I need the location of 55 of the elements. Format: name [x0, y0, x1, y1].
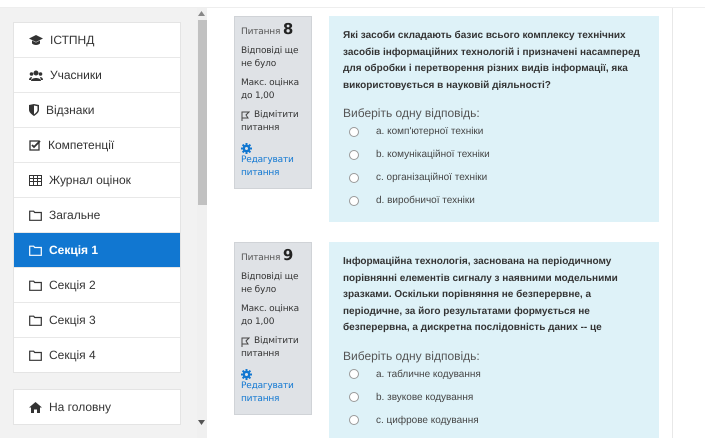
sidebar-item[interactable]: Журнал оцінок [14, 163, 180, 198]
question-text: Інформаційна технологія, заснована на періодичному порівнянні елементів сигналу з наявними модельними зразками. Оскільки порівняння не безперервне, а періодичне, за його результатами формується не безперервна, а дискретна послідовність даних -- це [343, 255, 619, 335]
question-status: Відповіді ще не було [241, 45, 300, 71]
sidebar-item[interactable]: ІСТПНД [14, 23, 180, 58]
answer-option[interactable]: b. звукове кодування [376, 392, 474, 402]
radio-button[interactable] [349, 172, 359, 182]
sidebar-item[interactable]: Секція 3 [14, 303, 180, 338]
radio-button[interactable] [349, 126, 359, 136]
radio-button[interactable] [349, 415, 359, 425]
answer-option[interactable]: c. цифрове кодування [376, 414, 479, 426]
folder-icon [29, 210, 42, 220]
sidebar-item[interactable]: Секція 4 [14, 338, 180, 372]
answer-option[interactable]: c. організаційної техніки [376, 172, 488, 183]
radio-button[interactable] [349, 150, 359, 160]
question-number: Питання 9 [241, 249, 294, 265]
answer-option[interactable]: a. табличне кодування [376, 368, 481, 380]
table-icon [29, 174, 42, 186]
flag-icon[interactable] [241, 111, 250, 121]
edit-link[interactable]: Редагувати питання [241, 367, 305, 406]
scroll-up-icon[interactable] [198, 11, 205, 16]
gear-icon[interactable] [241, 143, 252, 154]
checkbox-icon [29, 139, 41, 151]
home-icon [29, 402, 42, 412]
sidebar-item[interactable]: Секція 1 [14, 233, 180, 268]
graduation-cap-icon [29, 34, 43, 46]
flag-link[interactable]: Відмітити питання [241, 335, 305, 361]
shield-icon [29, 104, 39, 116]
folder-icon [29, 350, 42, 360]
folder-icon [29, 244, 42, 256]
radio-button[interactable] [349, 369, 359, 379]
answer-option[interactable]: a. комп'ютерної техніки [376, 126, 484, 137]
question-text: Які засоби складають базис всього комплексу технічних засобів інформаційних технологій і призначені насамперед для обробки і перетворення різних видів інформації, яка використовується в науковій діяльності? [343, 29, 641, 92]
folder-icon [29, 280, 42, 290]
answer-option[interactable]: d. виробничої техніки [376, 195, 475, 206]
question-status: Відповіді ще не було [241, 271, 300, 297]
scroll-down-icon[interactable] [198, 420, 205, 425]
sidebar-item[interactable]: Учасники [14, 58, 180, 93]
question-number: Питання 8 [241, 23, 294, 39]
gear-icon[interactable] [241, 369, 252, 380]
answer-prompt: Виберіть одну відповідь: [343, 348, 481, 362]
radio-button[interactable] [349, 196, 359, 206]
edit-link[interactable]: Редагувати питання [241, 141, 305, 180]
radio-button[interactable] [349, 392, 359, 402]
sidebar-item[interactable]: Секція 2 [14, 268, 180, 303]
sidebar-item[interactable]: На головну [14, 390, 180, 424]
max-grade: Макс. оцінка до 1,00 [241, 77, 300, 103]
flag-link[interactable]: Відмітити питання [241, 109, 305, 135]
users-icon [29, 70, 43, 80]
flag-icon[interactable] [241, 337, 250, 347]
folder-icon [29, 314, 42, 326]
sidebar-item[interactable]: Відзнаки [14, 93, 180, 128]
sidebar-item[interactable]: Компетенції [14, 128, 180, 163]
answer-prompt: Виберіть одну відповідь: [343, 106, 481, 120]
answer-option[interactable]: b. комунікаційної техніки [376, 149, 490, 160]
max-grade: Макс. оцінка до 1,00 [241, 303, 300, 329]
